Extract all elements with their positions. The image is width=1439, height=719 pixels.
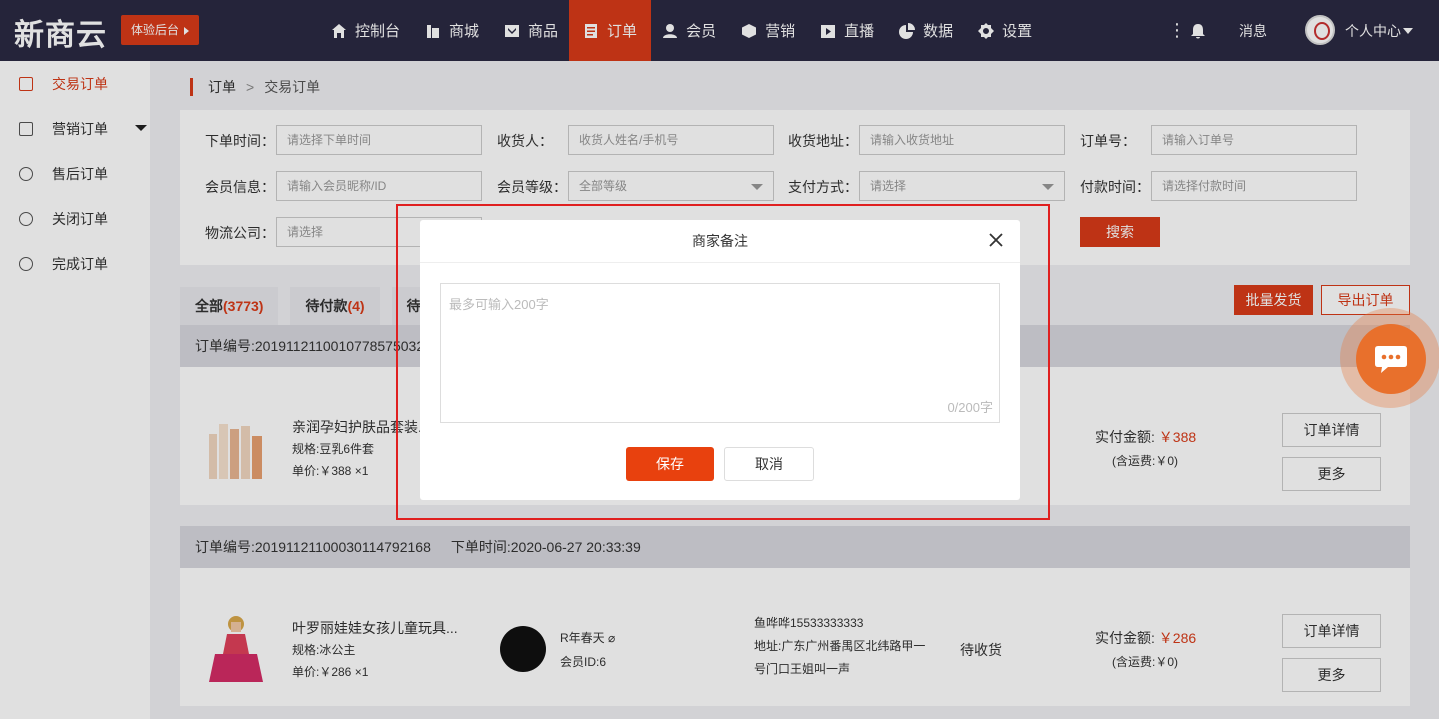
char-counter: 0/200字 <box>947 400 993 415</box>
dialog-title: 商家备注 <box>420 220 1020 263</box>
note-textarea[interactable]: 最多可输入200字 0/200字 <box>440 283 1000 423</box>
chat-button-inner <box>1356 324 1426 394</box>
save-button[interactable]: 保存 <box>626 447 714 481</box>
note-placeholder: 最多可输入200字 <box>449 297 549 312</box>
chat-icon <box>1375 346 1407 373</box>
close-icon[interactable] <box>988 232 1004 248</box>
cancel-button[interactable]: 取消 <box>724 447 814 481</box>
merchant-note-dialog: 商家备注 最多可输入200字 0/200字 保存 取消 <box>420 220 1020 500</box>
chat-float-button[interactable] <box>1340 308 1439 408</box>
